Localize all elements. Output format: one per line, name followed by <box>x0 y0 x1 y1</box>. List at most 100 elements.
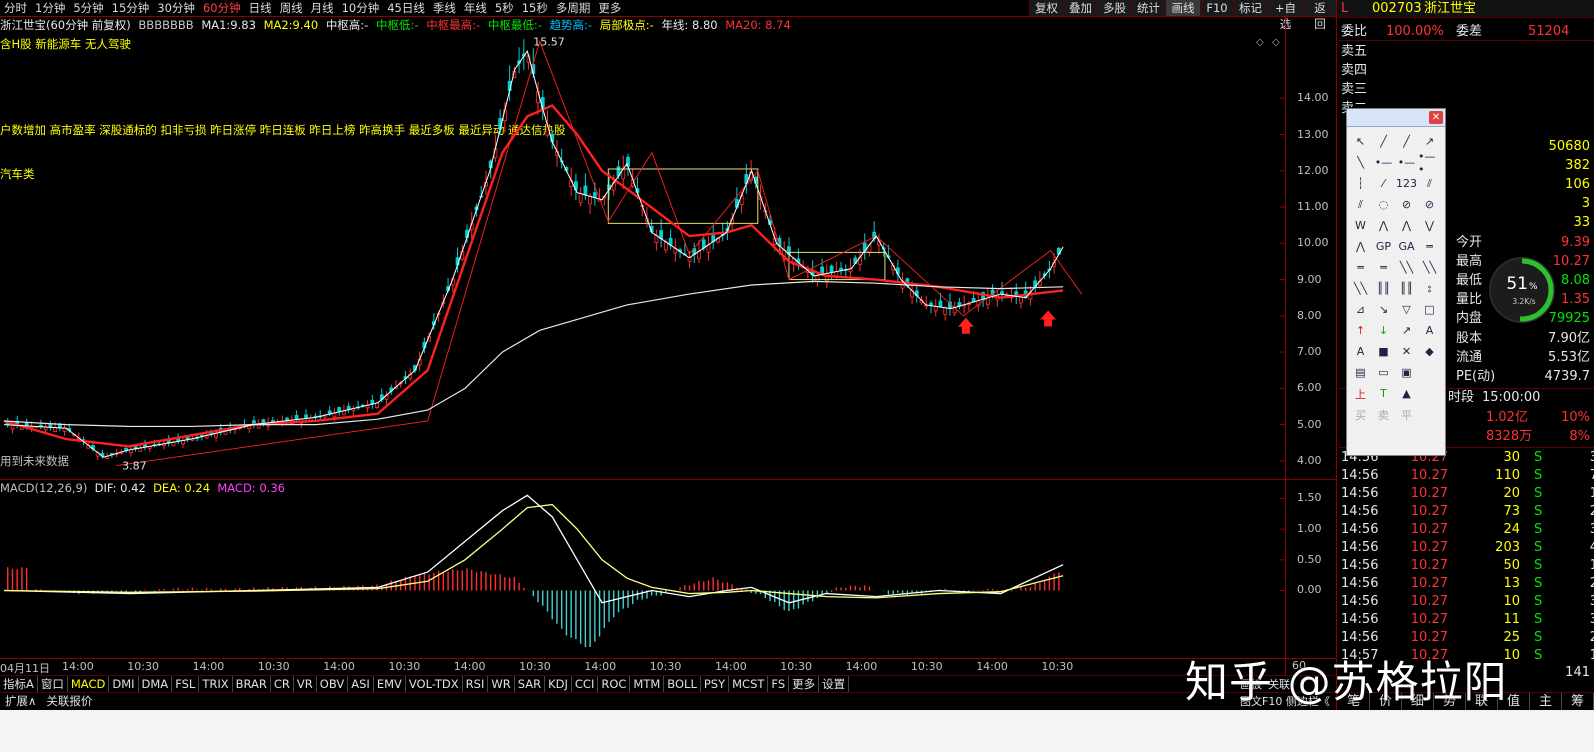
draw-tool-40[interactable]: A <box>1349 341 1372 362</box>
toolbar-button-3[interactable]: 统计 <box>1131 0 1165 16</box>
draw-tool-14[interactable]: ⊘ <box>1395 194 1418 215</box>
tick-row[interactable]: 14:56 10.27 11 S 3 <box>1338 611 1594 629</box>
indicator-tab-23[interactable]: MCST <box>729 676 769 692</box>
indicator-tab-17[interactable]: KDJ <box>545 676 572 692</box>
period-tab-9[interactable]: 10分钟 <box>338 0 384 16</box>
draw-tool-35[interactable]: □ <box>1418 299 1441 320</box>
draw-tool-11[interactable]: ⫽ <box>1418 173 1441 194</box>
draw-tool-7[interactable]: •—• <box>1418 150 1441 176</box>
draw-tool-16[interactable]: W <box>1349 215 1372 236</box>
draw-tool-9[interactable]: ⁄ <box>1372 173 1395 194</box>
indicator-tab-6[interactable]: TRIX <box>199 676 233 692</box>
indicator-tab-15[interactable]: WR <box>488 676 515 692</box>
indicator-tab-4[interactable]: DMA <box>139 676 173 692</box>
quote-tab-6[interactable]: 主 <box>1530 693 1562 710</box>
draw-tool-29[interactable]: ║║ <box>1372 278 1395 299</box>
toolbar-button-7[interactable]: +自选 <box>1267 0 1303 31</box>
toolbar-button-8[interactable]: 返回 <box>1303 0 1336 31</box>
indicator-tab-26[interactable]: 设置 <box>819 676 850 692</box>
indicator-tab-1[interactable]: 窗口 <box>38 676 68 692</box>
draw-tool-30[interactable]: ║║ <box>1395 278 1418 299</box>
indicator-tab-5[interactable]: FSL <box>172 676 200 692</box>
draw-tool-15[interactable]: ⊘ <box>1418 194 1441 215</box>
draw-tool-6[interactable]: •— <box>1395 152 1418 173</box>
indicator-tab-11[interactable]: ASI <box>348 676 374 692</box>
draw-tool-4[interactable]: ╲ <box>1349 152 1372 173</box>
draw-tool-52[interactable]: 买 <box>1349 404 1372 425</box>
draw-tool-46[interactable]: ▣ <box>1395 362 1418 383</box>
draw-tool-36[interactable]: ↑ <box>1349 320 1372 341</box>
period-tab-10[interactable]: 45日线 <box>383 0 429 16</box>
toolbar-button-5[interactable]: F10 <box>1200 0 1233 16</box>
draw-tool-42[interactable]: ✕ <box>1395 341 1418 362</box>
indicator-tab-16[interactable]: SAR <box>515 676 546 692</box>
indicator-tab-9[interactable]: VR <box>294 676 317 692</box>
draw-tool-55[interactable] <box>1418 404 1441 425</box>
period-tab-13[interactable]: 5秒 <box>491 0 518 16</box>
period-tab-4[interactable]: 30分钟 <box>153 0 199 16</box>
draw-tool-38[interactable]: ↗ <box>1395 320 1418 341</box>
draw-tool-45[interactable]: ▭ <box>1372 362 1395 383</box>
draw-tool-0[interactable]: ↖ <box>1349 131 1372 152</box>
indicator-tab-21[interactable]: BOLL <box>664 676 701 692</box>
draw-tool-43[interactable]: ◆ <box>1418 341 1441 362</box>
draw-tool-8[interactable]: ┆ <box>1349 173 1372 194</box>
draw-tool-48[interactable]: 上 <box>1349 383 1372 404</box>
draw-tool-21[interactable]: GP <box>1372 236 1395 257</box>
draw-tool-27[interactable]: ╲╲ <box>1418 257 1441 278</box>
toolbar-button-2[interactable]: 多股 <box>1097 0 1131 16</box>
toolbar-button-6[interactable]: 标记 <box>1233 0 1267 16</box>
period-tab-0[interactable]: 分时 <box>0 0 31 16</box>
draw-tool-49[interactable]: T <box>1372 383 1395 404</box>
tick-row[interactable]: 14:56 10.27 203 S 4 <box>1338 539 1594 557</box>
indicator-tab-12[interactable]: EMV <box>374 676 406 692</box>
tick-row[interactable]: 14:56 10.27 20 S 1 <box>1338 485 1594 503</box>
period-tab-8[interactable]: 月线 <box>307 0 338 16</box>
period-tab-15[interactable]: 多周期 <box>552 0 595 16</box>
indicator-tab-2[interactable]: MACD <box>68 676 110 692</box>
tick-row[interactable]: 14:56 10.27 73 S 2 <box>1338 503 1594 521</box>
toolbar-button-1[interactable]: 叠加 <box>1063 0 1097 16</box>
tick-row[interactable]: 14:56 10.27 24 S 3 <box>1338 521 1594 539</box>
indicator-tab-7[interactable]: BRAR <box>233 676 271 692</box>
draw-tool-50[interactable]: ▲ <box>1395 383 1418 404</box>
indicator-tab-0[interactable]: 指标A <box>0 676 38 692</box>
draw-tool-19[interactable]: ⋁ <box>1418 215 1441 236</box>
draw-tool-10[interactable]: 123 <box>1395 173 1418 194</box>
kline-chart[interactable]: 15.57 3.87 ◇ ◇ <box>0 33 1285 479</box>
draw-tool-41[interactable]: ■ <box>1372 341 1395 362</box>
tick-row[interactable]: 14:56 10.27 25 S 2 <box>1338 629 1594 647</box>
period-tab-14[interactable]: 15秒 <box>518 0 552 16</box>
ext-tab-1[interactable]: 关联报价 <box>41 693 97 709</box>
draw-tool-12[interactable]: ⫽ <box>1349 194 1372 215</box>
draw-tool-1[interactable]: ╱ <box>1372 131 1395 152</box>
draw-tool-5[interactable]: •— <box>1372 152 1395 173</box>
draw-tool-23[interactable]: ═ <box>1418 236 1441 257</box>
period-tab-3[interactable]: 15分钟 <box>108 0 154 16</box>
draw-tool-51[interactable] <box>1418 383 1441 404</box>
draw-tool-32[interactable]: ⊿ <box>1349 299 1372 320</box>
draw-tool-22[interactable]: GA <box>1395 236 1418 257</box>
draw-tool-20[interactable]: ⋀ <box>1349 236 1372 257</box>
draw-tool-33[interactable]: ↘ <box>1372 299 1395 320</box>
indicator-tab-8[interactable]: CR <box>271 676 294 692</box>
draw-tool-18[interactable]: ⋀ <box>1395 215 1418 236</box>
indicator-tab-24[interactable]: FS <box>768 676 790 692</box>
toolbox-caption[interactable]: ✕ <box>1347 109 1445 127</box>
close-icon[interactable]: ✕ <box>1429 111 1443 124</box>
draw-tool-39[interactable]: A <box>1418 320 1441 341</box>
indicator-tab-10[interactable]: OBV <box>317 676 349 692</box>
draw-tool-37[interactable]: ↓ <box>1372 320 1395 341</box>
draw-tool-34[interactable]: ▽ <box>1395 299 1418 320</box>
draw-tool-47[interactable] <box>1418 362 1441 383</box>
draw-tool-54[interactable]: 平 <box>1395 404 1418 425</box>
draw-tool-31[interactable]: ⦂ <box>1418 278 1441 299</box>
indicator-tab-13[interactable]: VOL-TDX <box>406 676 463 692</box>
tick-row[interactable]: 14:56 10.27 50 S 1 <box>1338 557 1594 575</box>
toolbar-button-4[interactable]: 画线 <box>1165 0 1200 16</box>
period-tab-16[interactable]: 更多 <box>594 0 625 16</box>
draw-tool-13[interactable]: ◌ <box>1372 194 1395 215</box>
tick-row[interactable]: 14:56 10.27 10 S 3 <box>1338 593 1594 611</box>
indicator-tab-18[interactable]: CCI <box>572 676 599 692</box>
tick-row[interactable]: 14:56 10.27 13 S 2 <box>1338 575 1594 593</box>
